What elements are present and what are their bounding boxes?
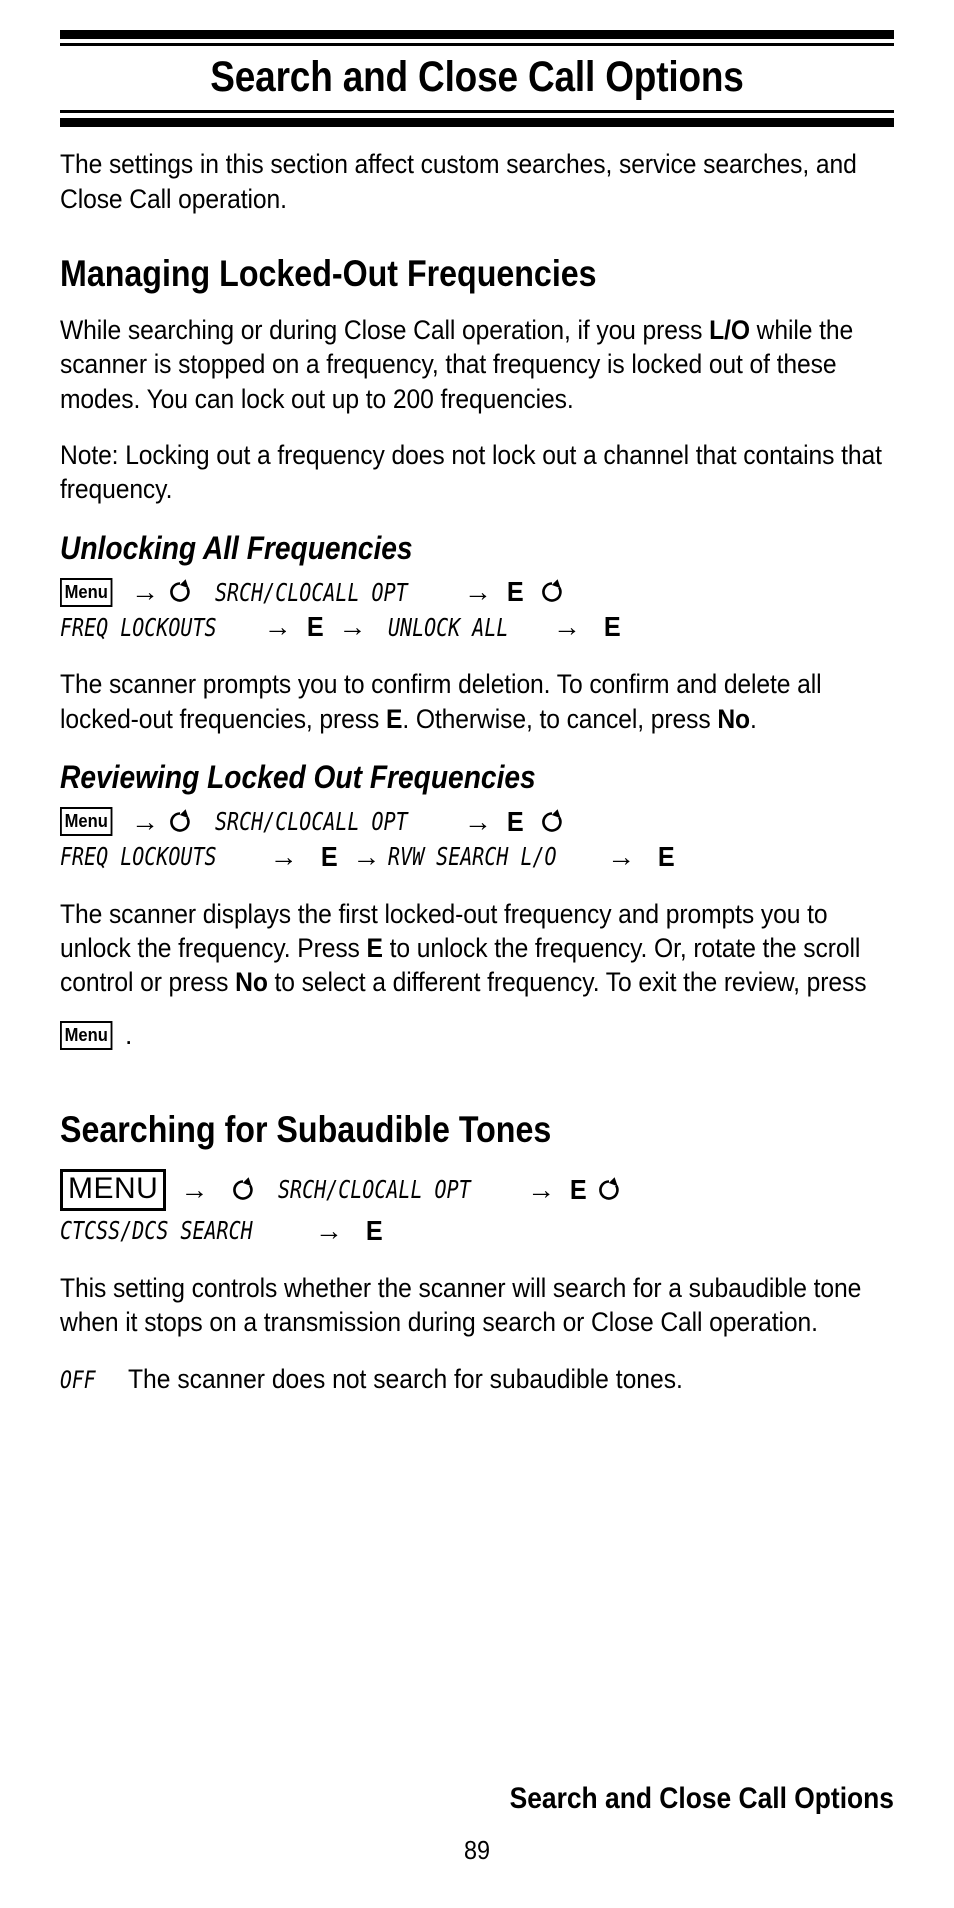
e-button-label[interactable]: E [507, 578, 524, 606]
e-button-label[interactable]: E [321, 842, 338, 871]
intro-paragraph: The settings in this section affect cust… [60, 149, 857, 214]
key-sequence-row-1-unlock: Menu → SRCH/CLOCALL OPT → E [60, 577, 894, 607]
arrow-icon: → [131, 805, 159, 837]
text-run: While searching or during Close Call ope… [60, 314, 710, 345]
text-run: . [125, 1019, 133, 1050]
e-button-label[interactable]: E [507, 807, 524, 836]
arrow-icon: → [527, 1173, 556, 1205]
menu-button-chip[interactable]: Menu [60, 577, 113, 607]
arrow-icon: → [131, 576, 159, 608]
heading-reviewing-locked-out-frequencies: Reviewing Locked Out Frequencies [60, 759, 536, 796]
heading-searching-for-subaudible-tones: Searching for Subaudible Tones [60, 1109, 552, 1151]
arrow-icon: → [607, 840, 636, 872]
page-title: Search and Close Call Options [210, 53, 744, 101]
arrow-icon: → [314, 1214, 343, 1246]
heading-managing-locked-out-frequencies: Managing Locked-Out Frequencies [60, 253, 597, 295]
lcd-text-srch-clocall-opt: SRCH/CLOCALL OPT [215, 807, 408, 837]
key-label-no: No [235, 967, 268, 998]
option-description-off: The scanner does not search for subaudib… [128, 1363, 683, 1394]
key-label-no: No [717, 703, 751, 734]
paragraph-review-body-menu-line: Menu . [60, 1018, 894, 1052]
header-rule-thick-bottom [60, 118, 894, 128]
footer-section-title: Search and Close Call Options [509, 1781, 894, 1815]
arrow-icon: → [180, 1173, 209, 1205]
footer-page-number: 89 [463, 1834, 491, 1865]
arrow-icon: → [463, 576, 492, 608]
text-run: . [750, 703, 757, 734]
e-button-label[interactable]: E [570, 1175, 587, 1204]
arrow-icon: → [463, 805, 492, 837]
page-footer: Search and Close Call Options 89 [60, 1781, 894, 1866]
paragraph-locked-out-intro: While searching or during Close Call ope… [60, 313, 894, 416]
lcd-text-srch-clocall-opt: SRCH/CLOCALL OPT [215, 577, 408, 607]
lcd-text-unlock-all: UNLOCK ALL [388, 612, 509, 642]
arrow-icon: → [338, 611, 367, 643]
key-label-lo: L/O [709, 314, 750, 345]
arrow-icon: → [552, 611, 581, 643]
lcd-text-srch-clocall-opt: SRCH/CLOCALL OPT [278, 1175, 472, 1205]
heading-unlocking-all-frequencies: Unlocking All Frequencies [60, 529, 413, 566]
key-sequence-row-2-review: FREQ LOCKOUTS → E → RVW SEARCH L/O → E [60, 840, 894, 872]
arrow-icon: → [352, 840, 381, 872]
menu-button-chip[interactable]: Menu [60, 807, 113, 837]
text-run: to select a different frequency. To exit… [267, 967, 867, 998]
rotate-scroll-icon [167, 807, 193, 837]
rotate-scroll-icon [167, 577, 193, 607]
key-label-e: E [385, 703, 403, 734]
e-button-label[interactable]: E [307, 613, 324, 641]
lcd-text-freq-lockouts: FREQ LOCKOUTS [60, 842, 217, 872]
paragraph-locked-out-note: Note: Locking out a frequency does not l… [60, 440, 882, 505]
e-button-label[interactable]: E [366, 1216, 383, 1245]
arrow-icon: → [269, 840, 298, 872]
rotate-scroll-icon [539, 807, 565, 837]
lcd-text-rvw-search-lo: RVW SEARCH L/O [388, 842, 557, 872]
e-button-label[interactable]: E [604, 613, 621, 641]
menu-button-chip[interactable]: Menu [60, 1020, 113, 1050]
manual-page: Search and Close Call Options The settin… [0, 0, 954, 1908]
rotate-scroll-icon [230, 1175, 256, 1205]
header-rule-thick-top [60, 30, 894, 39]
key-label-e: E [366, 933, 383, 963]
e-button-label[interactable]: E [658, 842, 675, 871]
paragraph-unlock-all-body: The scanner prompts you to confirm delet… [60, 667, 894, 736]
key-sequence-row-1-review: Menu → SRCH/CLOCALL OPT → E [60, 807, 894, 837]
lcd-text-ctcss-dcs-search: CTCSS/DCS SEARCH [60, 1216, 253, 1246]
key-sequence-row-1-subaudible: MENU → SRCH/CLOCALL OPT → E [60, 1168, 894, 1211]
lcd-text-freq-lockouts: FREQ LOCKOUTS [60, 612, 217, 642]
paragraph-subaudible-body: This setting controls whether the scanne… [60, 1272, 862, 1338]
text-run: . Otherwise, to cancel, press [402, 703, 718, 734]
key-sequence-row-2-subaudible: CTCSS/DCS SEARCH → E [60, 1214, 894, 1246]
key-sequence-row-2-unlock: FREQ LOCKOUTS → E → UNLOCK ALL → E [60, 613, 894, 641]
arrow-icon: → [263, 611, 292, 643]
menu-button-chip[interactable]: MENU [60, 1168, 167, 1211]
option-row-off: OFF The scanner does not search for suba… [60, 1362, 894, 1396]
paragraph-review-body: The scanner displays the first locked-ou… [60, 897, 894, 1000]
rotate-scroll-icon [596, 1175, 622, 1205]
lcd-text-off: OFF [60, 1365, 96, 1394]
page-header: Search and Close Call Options [60, 30, 894, 128]
rotate-scroll-icon [539, 577, 565, 607]
